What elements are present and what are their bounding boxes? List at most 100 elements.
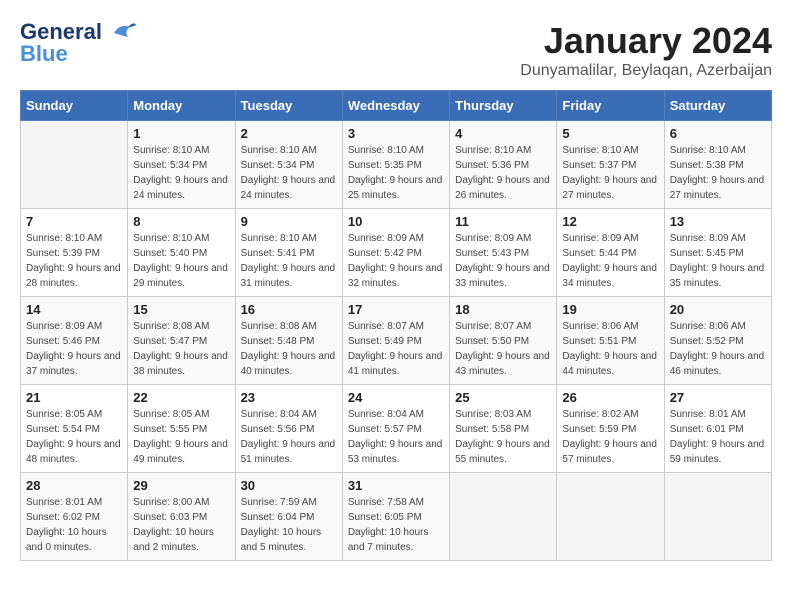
calendar-cell: 24Sunrise: 8:04 AMSunset: 5:57 PMDayligh…: [342, 385, 449, 473]
week-row-3: 14 Sunrise: 8:09 AMSunset: 5:46 PMDayligh…: [21, 297, 772, 385]
weekday-header-thursday: Thursday: [450, 91, 557, 121]
calendar-cell: 14 Sunrise: 8:09 AMSunset: 5:46 PMDayligh…: [21, 297, 128, 385]
week-row-2: 7 Sunrise: 8:10 AMSunset: 5:39 PMDaylight…: [21, 209, 772, 297]
day-number: 4: [455, 126, 551, 141]
calendar-cell: 13 Sunrise: 8:09 AMSunset: 5:45 PMDayligh…: [664, 209, 771, 297]
day-detail: Sunrise: 8:02 AMSunset: 5:59 PMDaylight:…: [562, 407, 658, 467]
day-number: 31: [348, 478, 444, 493]
day-number: 22: [133, 390, 229, 405]
location: Dunyamalilar, Beylaqan, Azerbaijan: [520, 62, 772, 80]
day-number: 12: [562, 214, 658, 229]
day-number: 11: [455, 214, 551, 229]
day-number: 26: [562, 390, 658, 405]
calendar-cell: 25 Sunrise: 8:03 AMSunset: 5:58 PMDayligh…: [450, 385, 557, 473]
calendar-cell: 19Sunrise: 8:06 AMSunset: 5:51 PMDayligh…: [557, 297, 664, 385]
title-block: January 2024 Dunyamalilar, Beylaqan, Aze…: [520, 20, 772, 80]
calendar-cell: 2 Sunrise: 8:10 AMSunset: 5:34 PMDaylight…: [235, 121, 342, 209]
logo: General Blue: [20, 20, 138, 67]
weekday-header-monday: Monday: [128, 91, 235, 121]
calendar-cell: 27 Sunrise: 8:01 AMSunset: 6:01 PMDayligh…: [664, 385, 771, 473]
day-detail: Sunrise: 8:05 AMSunset: 5:55 PMDaylight:…: [133, 407, 229, 467]
day-number: 9: [241, 214, 337, 229]
weekday-header-tuesday: Tuesday: [235, 91, 342, 121]
day-detail: Sunrise: 8:10 AMSunset: 5:34 PMDaylight:…: [133, 143, 229, 203]
day-number: 29: [133, 478, 229, 493]
calendar-cell: 9Sunrise: 8:10 AMSunset: 5:41 PMDaylight…: [235, 209, 342, 297]
calendar-cell: 30Sunrise: 7:59 AMSunset: 6:04 PMDayligh…: [235, 473, 342, 561]
day-detail: Sunrise: 8:01 AMSunset: 6:01 PMDaylight:…: [670, 407, 766, 467]
day-detail: Sunrise: 8:10 AMSunset: 5:34 PMDaylight:…: [241, 143, 337, 203]
day-detail: Sunrise: 8:09 AMSunset: 5:42 PMDaylight:…: [348, 231, 444, 291]
calendar-cell: [557, 473, 664, 561]
calendar-cell: 5 Sunrise: 8:10 AMSunset: 5:37 PMDaylight…: [557, 121, 664, 209]
day-detail: Sunrise: 8:06 AMSunset: 5:52 PMDaylight:…: [670, 319, 766, 379]
day-number: 25: [455, 390, 551, 405]
calendar-cell: 26 Sunrise: 8:02 AMSunset: 5:59 PMDayligh…: [557, 385, 664, 473]
day-number: 5: [562, 126, 658, 141]
calendar-table: SundayMondayTuesdayWednesdayThursdayFrid…: [20, 90, 772, 561]
logo-bird-icon: [110, 21, 138, 45]
calendar-cell: 20 Sunrise: 8:06 AMSunset: 5:52 PMDayligh…: [664, 297, 771, 385]
day-detail: Sunrise: 8:01 AMSunset: 6:02 PMDaylight:…: [26, 495, 122, 555]
day-number: 13: [670, 214, 766, 229]
day-detail: Sunrise: 8:00 AMSunset: 6:03 PMDaylight:…: [133, 495, 229, 555]
day-number: 27: [670, 390, 766, 405]
day-detail: Sunrise: 8:09 AMSunset: 5:44 PMDaylight:…: [562, 231, 658, 291]
day-number: 24: [348, 390, 444, 405]
day-number: 14: [26, 302, 122, 317]
calendar-cell: [21, 121, 128, 209]
day-number: 7: [26, 214, 122, 229]
calendar-cell: 1 Sunrise: 8:10 AMSunset: 5:34 PMDaylight…: [128, 121, 235, 209]
calendar-cell: 29 Sunrise: 8:00 AMSunset: 6:03 PMDayligh…: [128, 473, 235, 561]
calendar-cell: 10Sunrise: 8:09 AMSunset: 5:42 PMDayligh…: [342, 209, 449, 297]
day-number: 8: [133, 214, 229, 229]
day-number: 3: [348, 126, 444, 141]
page-header: General Blue January 2024 Dunyamalilar, …: [20, 20, 772, 80]
calendar-cell: 28Sunrise: 8:01 AMSunset: 6:02 PMDayligh…: [21, 473, 128, 561]
day-number: 16: [241, 302, 337, 317]
calendar-cell: 21Sunrise: 8:05 AMSunset: 5:54 PMDayligh…: [21, 385, 128, 473]
calendar-cell: 4 Sunrise: 8:10 AMSunset: 5:36 PMDaylight…: [450, 121, 557, 209]
day-detail: Sunrise: 8:09 AMSunset: 5:43 PMDaylight:…: [455, 231, 551, 291]
calendar-cell: 6Sunrise: 8:10 AMSunset: 5:38 PMDaylight…: [664, 121, 771, 209]
day-detail: Sunrise: 8:07 AMSunset: 5:50 PMDaylight:…: [455, 319, 551, 379]
calendar-cell: 3 Sunrise: 8:10 AMSunset: 5:35 PMDaylight…: [342, 121, 449, 209]
day-number: 19: [562, 302, 658, 317]
calendar-cell: 11 Sunrise: 8:09 AMSunset: 5:43 PMDayligh…: [450, 209, 557, 297]
day-detail: Sunrise: 7:59 AMSunset: 6:04 PMDaylight:…: [241, 495, 337, 555]
day-detail: Sunrise: 8:10 AMSunset: 5:37 PMDaylight:…: [562, 143, 658, 203]
day-detail: Sunrise: 8:09 AMSunset: 5:45 PMDaylight:…: [670, 231, 766, 291]
day-detail: Sunrise: 8:04 AMSunset: 5:56 PMDaylight:…: [241, 407, 337, 467]
day-number: 15: [133, 302, 229, 317]
day-detail: Sunrise: 8:07 AMSunset: 5:49 PMDaylight:…: [348, 319, 444, 379]
day-detail: Sunrise: 8:10 AMSunset: 5:40 PMDaylight:…: [133, 231, 229, 291]
day-detail: Sunrise: 8:08 AMSunset: 5:48 PMDaylight:…: [241, 319, 337, 379]
day-detail: Sunrise: 8:03 AMSunset: 5:58 PMDaylight:…: [455, 407, 551, 467]
calendar-cell: 17 Sunrise: 8:07 AMSunset: 5:49 PMDayligh…: [342, 297, 449, 385]
calendar-cell: 16 Sunrise: 8:08 AMSunset: 5:48 PMDayligh…: [235, 297, 342, 385]
day-number: 18: [455, 302, 551, 317]
day-detail: Sunrise: 8:08 AMSunset: 5:47 PMDaylight:…: [133, 319, 229, 379]
day-detail: Sunrise: 8:05 AMSunset: 5:54 PMDaylight:…: [26, 407, 122, 467]
day-detail: Sunrise: 8:10 AMSunset: 5:35 PMDaylight:…: [348, 143, 444, 203]
weekday-header-sunday: Sunday: [21, 91, 128, 121]
weekday-header-wednesday: Wednesday: [342, 91, 449, 121]
calendar-cell: 23 Sunrise: 8:04 AMSunset: 5:56 PMDayligh…: [235, 385, 342, 473]
day-detail: Sunrise: 8:10 AMSunset: 5:39 PMDaylight:…: [26, 231, 122, 291]
weekday-header-friday: Friday: [557, 91, 664, 121]
day-number: 17: [348, 302, 444, 317]
day-number: 6: [670, 126, 766, 141]
day-number: 1: [133, 126, 229, 141]
calendar-cell: 31Sunrise: 7:58 AMSunset: 6:05 PMDayligh…: [342, 473, 449, 561]
month-title: January 2024: [520, 20, 772, 62]
week-row-5: 28Sunrise: 8:01 AMSunset: 6:02 PMDayligh…: [21, 473, 772, 561]
day-number: 20: [670, 302, 766, 317]
calendar-cell: 15 Sunrise: 8:08 AMSunset: 5:47 PMDayligh…: [128, 297, 235, 385]
day-detail: Sunrise: 8:09 AMSunset: 5:46 PMDaylight:…: [26, 319, 122, 379]
calendar-cell: 12 Sunrise: 8:09 AMSunset: 5:44 PMDayligh…: [557, 209, 664, 297]
day-number: 2: [241, 126, 337, 141]
calendar-cell: 8 Sunrise: 8:10 AMSunset: 5:40 PMDaylight…: [128, 209, 235, 297]
day-detail: Sunrise: 8:10 AMSunset: 5:36 PMDaylight:…: [455, 143, 551, 203]
weekday-header-row: SundayMondayTuesdayWednesdayThursdayFrid…: [21, 91, 772, 121]
day-number: 23: [241, 390, 337, 405]
